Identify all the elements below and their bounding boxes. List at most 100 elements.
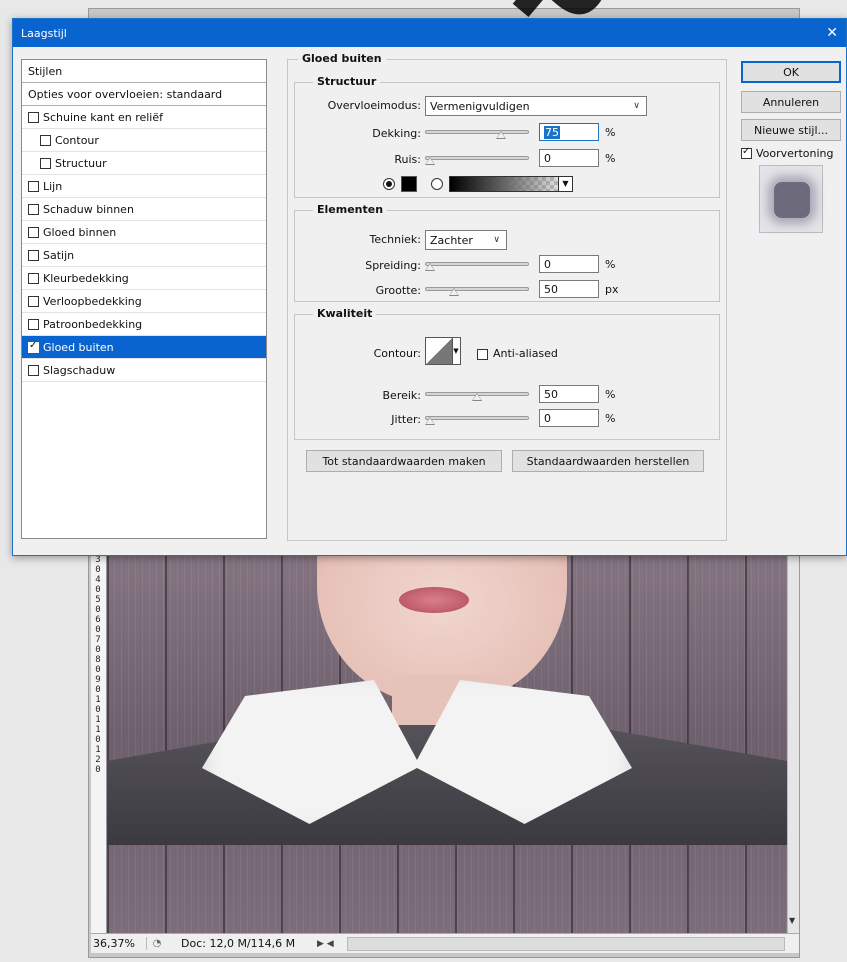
- preview-toggle[interactable]: Voorvertoning: [741, 146, 833, 160]
- range-input[interactable]: 50: [539, 385, 599, 403]
- new-style-button[interactable]: Nieuwe stijl...: [741, 119, 841, 141]
- style-item[interactable]: Structuur: [22, 152, 266, 175]
- styles-header[interactable]: Stijlen: [22, 60, 266, 83]
- doc-size-info: Doc: 12,0 M/114,6 M: [181, 937, 296, 950]
- opacity-slider-track: [425, 130, 529, 134]
- spread-slider-thumb[interactable]: [425, 263, 435, 271]
- opacity-slider[interactable]: [425, 127, 529, 139]
- layer-style-dialog: Laagstijl ✕ Stijlen Opties voor overvloe…: [12, 18, 847, 556]
- style-item[interactable]: Slagschaduw: [22, 359, 266, 382]
- status-nav-arrows-icon[interactable]: ▶ ◀: [317, 939, 347, 949]
- dialog-titlebar[interactable]: Laagstijl ✕: [13, 19, 846, 47]
- style-item-checkbox[interactable]: [28, 318, 39, 330]
- jitter-input[interactable]: 0: [539, 409, 599, 427]
- anti-aliased-checkbox[interactable]: [477, 349, 488, 360]
- range-slider[interactable]: [425, 389, 529, 401]
- spread-value: 0: [544, 257, 551, 271]
- spread-unit: %: [605, 258, 616, 271]
- dropdown-arrow-icon[interactable]: ▼: [452, 338, 460, 364]
- dropdown-arrow-icon[interactable]: ▼: [558, 177, 572, 191]
- jitter-slider-thumb[interactable]: [425, 417, 435, 425]
- size-slider[interactable]: [425, 284, 529, 296]
- style-item-label: Kleurbedekking: [43, 271, 129, 285]
- ruler-tick-label: 0: [95, 565, 101, 575]
- style-item-checkbox[interactable]: [28, 203, 39, 215]
- blend-options-item[interactable]: Opties voor overvloeien: standaard: [22, 83, 266, 106]
- style-preview-thumbnail: [759, 165, 823, 233]
- horizontal-scrollbar[interactable]: [347, 936, 785, 951]
- reset-default-button[interactable]: Standaardwaarden herstellen: [512, 450, 704, 472]
- jitter-value: 0: [544, 411, 551, 425]
- gradient-radio[interactable]: [431, 178, 443, 190]
- style-item[interactable]: Contour: [22, 129, 266, 152]
- noise-slider-thumb[interactable]: [425, 157, 435, 165]
- range-slider-thumb[interactable]: [472, 393, 482, 401]
- ruler-tick-label: 0: [95, 735, 101, 745]
- style-item[interactable]: Patroonbedekking: [22, 313, 266, 336]
- size-input[interactable]: 50: [539, 280, 599, 298]
- ok-button[interactable]: OK: [741, 61, 841, 83]
- style-item-label: Lijn: [43, 179, 63, 193]
- jitter-label: Jitter:: [391, 413, 421, 426]
- spread-slider-track: [425, 262, 529, 266]
- glow-color-swatch[interactable]: [401, 176, 417, 192]
- range-label: Bereik:: [382, 389, 422, 402]
- close-icon[interactable]: ✕: [826, 25, 838, 41]
- outer-glow-title: Gloed buiten: [298, 52, 386, 65]
- ruler-tick-label: 1: [95, 715, 101, 725]
- style-item[interactable]: Gloed binnen: [22, 221, 266, 244]
- make-default-button[interactable]: Tot standaardwaarden maken: [306, 450, 502, 472]
- status-bar: 36,37% ◔ Doc: 12,0 M/114,6 M ▶ ◀: [91, 933, 799, 953]
- style-item-checkbox[interactable]: [28, 249, 39, 261]
- scroll-down-icon[interactable]: ▼: [789, 916, 795, 925]
- style-item-checkbox[interactable]: [28, 272, 39, 284]
- opacity-input[interactable]: 75: [539, 123, 599, 141]
- spread-slider[interactable]: [425, 259, 529, 271]
- style-item-checkbox[interactable]: [40, 134, 51, 146]
- style-item[interactable]: Schaduw binnen: [22, 198, 266, 221]
- style-item-checkbox[interactable]: [28, 180, 39, 192]
- blend-options-label: Opties voor overvloeien: standaard: [28, 87, 223, 101]
- style-item-checkbox[interactable]: [28, 340, 39, 353]
- document-canvas[interactable]: [107, 555, 787, 933]
- chevron-down-icon: ∨: [633, 101, 640, 111]
- opacity-unit: %: [605, 126, 616, 139]
- spread-input[interactable]: 0: [539, 255, 599, 273]
- opacity-slider-thumb[interactable]: [495, 131, 506, 139]
- style-item-checkbox[interactable]: [28, 364, 39, 376]
- blend-mode-select[interactable]: Vermenigvuldigen ∨: [425, 96, 647, 116]
- style-item[interactable]: Verloopbedekking: [22, 290, 266, 313]
- style-item[interactable]: Satijn: [22, 244, 266, 267]
- technique-select[interactable]: Zachter ∨: [425, 230, 507, 250]
- ruler-tick-label: 0: [95, 605, 101, 615]
- gradient-picker[interactable]: ▼: [449, 176, 573, 192]
- structure-title: Structuur: [313, 75, 381, 88]
- cancel-button[interactable]: Annuleren: [741, 91, 841, 113]
- style-item-label: Gloed buiten: [43, 340, 114, 354]
- preview-checkbox[interactable]: [741, 146, 752, 159]
- solid-color-radio[interactable]: [383, 178, 395, 190]
- vertical-scrollbar[interactable]: ▼: [787, 555, 799, 933]
- style-item[interactable]: Gloed buiten: [22, 336, 266, 359]
- zoom-level[interactable]: 36,37%: [91, 937, 147, 950]
- style-item[interactable]: Lijn: [22, 175, 266, 198]
- technique-value: Zachter: [430, 233, 473, 247]
- size-slider-track: [425, 287, 529, 291]
- style-item[interactable]: Kleurbedekking: [22, 267, 266, 290]
- style-item-checkbox[interactable]: [28, 111, 39, 123]
- style-item[interactable]: Schuine kant en reliëf: [22, 106, 266, 129]
- style-item-checkbox[interactable]: [28, 226, 39, 238]
- style-item-label: Satijn: [43, 248, 75, 262]
- info-icon[interactable]: ◔: [147, 938, 167, 949]
- style-item-label: Schaduw binnen: [43, 202, 134, 216]
- dialog-title: Laagstijl: [21, 26, 67, 40]
- jitter-slider[interactable]: [425, 413, 529, 425]
- size-slider-thumb[interactable]: [448, 288, 459, 296]
- style-item-checkbox[interactable]: [40, 157, 51, 169]
- noise-input[interactable]: 0: [539, 149, 599, 167]
- noise-slider[interactable]: [425, 153, 529, 165]
- style-item-checkbox[interactable]: [28, 295, 39, 307]
- ruler-tick-label: 0: [95, 585, 101, 595]
- contour-picker[interactable]: ▼: [425, 337, 461, 365]
- style-item-label: Structuur: [55, 156, 107, 170]
